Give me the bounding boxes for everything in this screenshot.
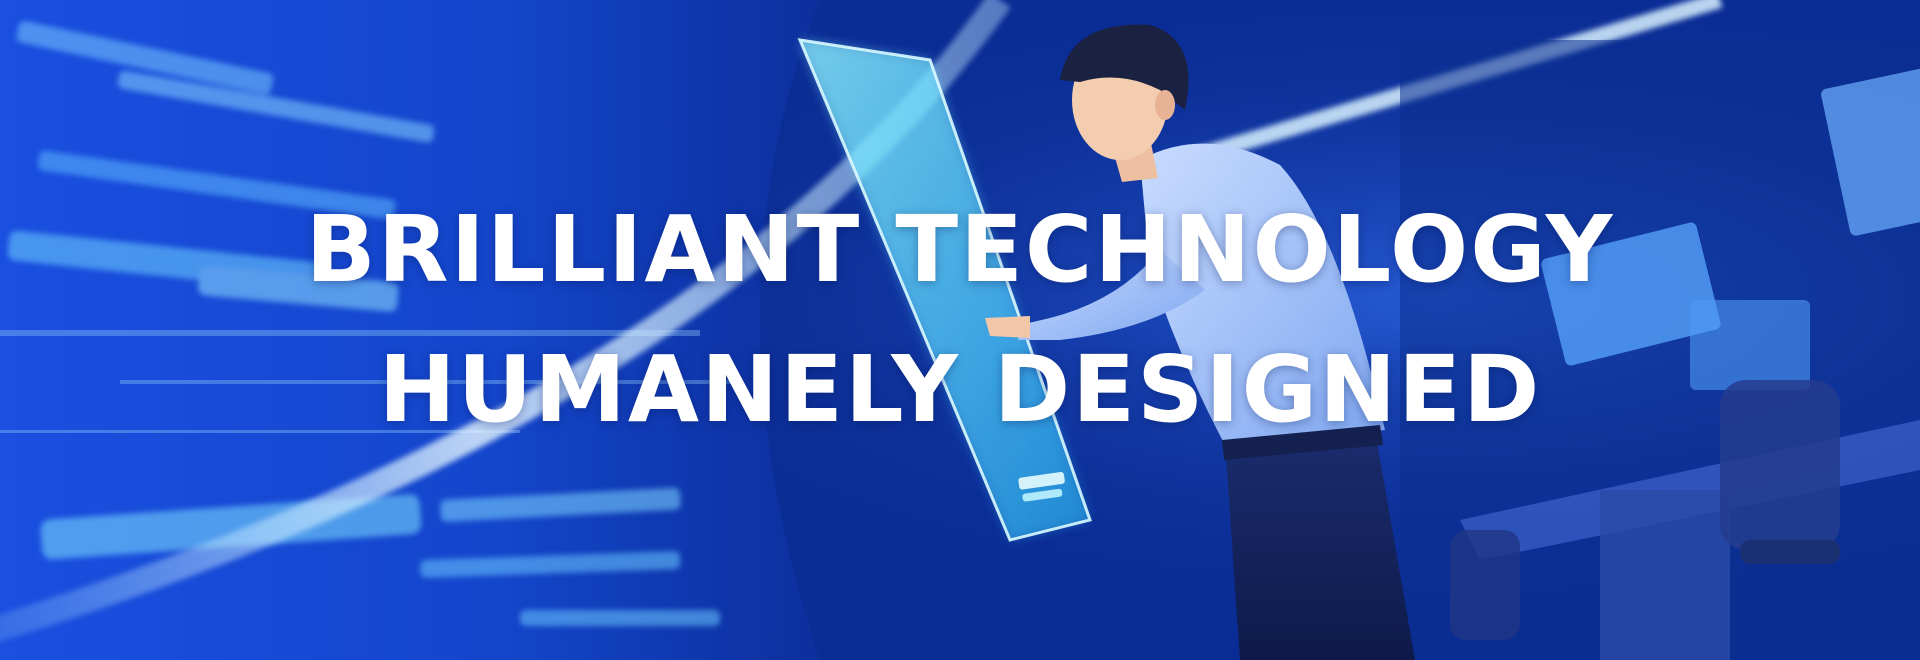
headline-line-2: HUMANELY DESIGNED <box>378 336 1542 443</box>
hero-banner: BRILLIANT TECHNOLOGY HUMANELY DESIGNED <box>0 0 1920 660</box>
headline: BRILLIANT TECHNOLOGY HUMANELY DESIGNED <box>0 180 1920 460</box>
headline-line-1: BRILLIANT TECHNOLOGY <box>305 196 1615 303</box>
